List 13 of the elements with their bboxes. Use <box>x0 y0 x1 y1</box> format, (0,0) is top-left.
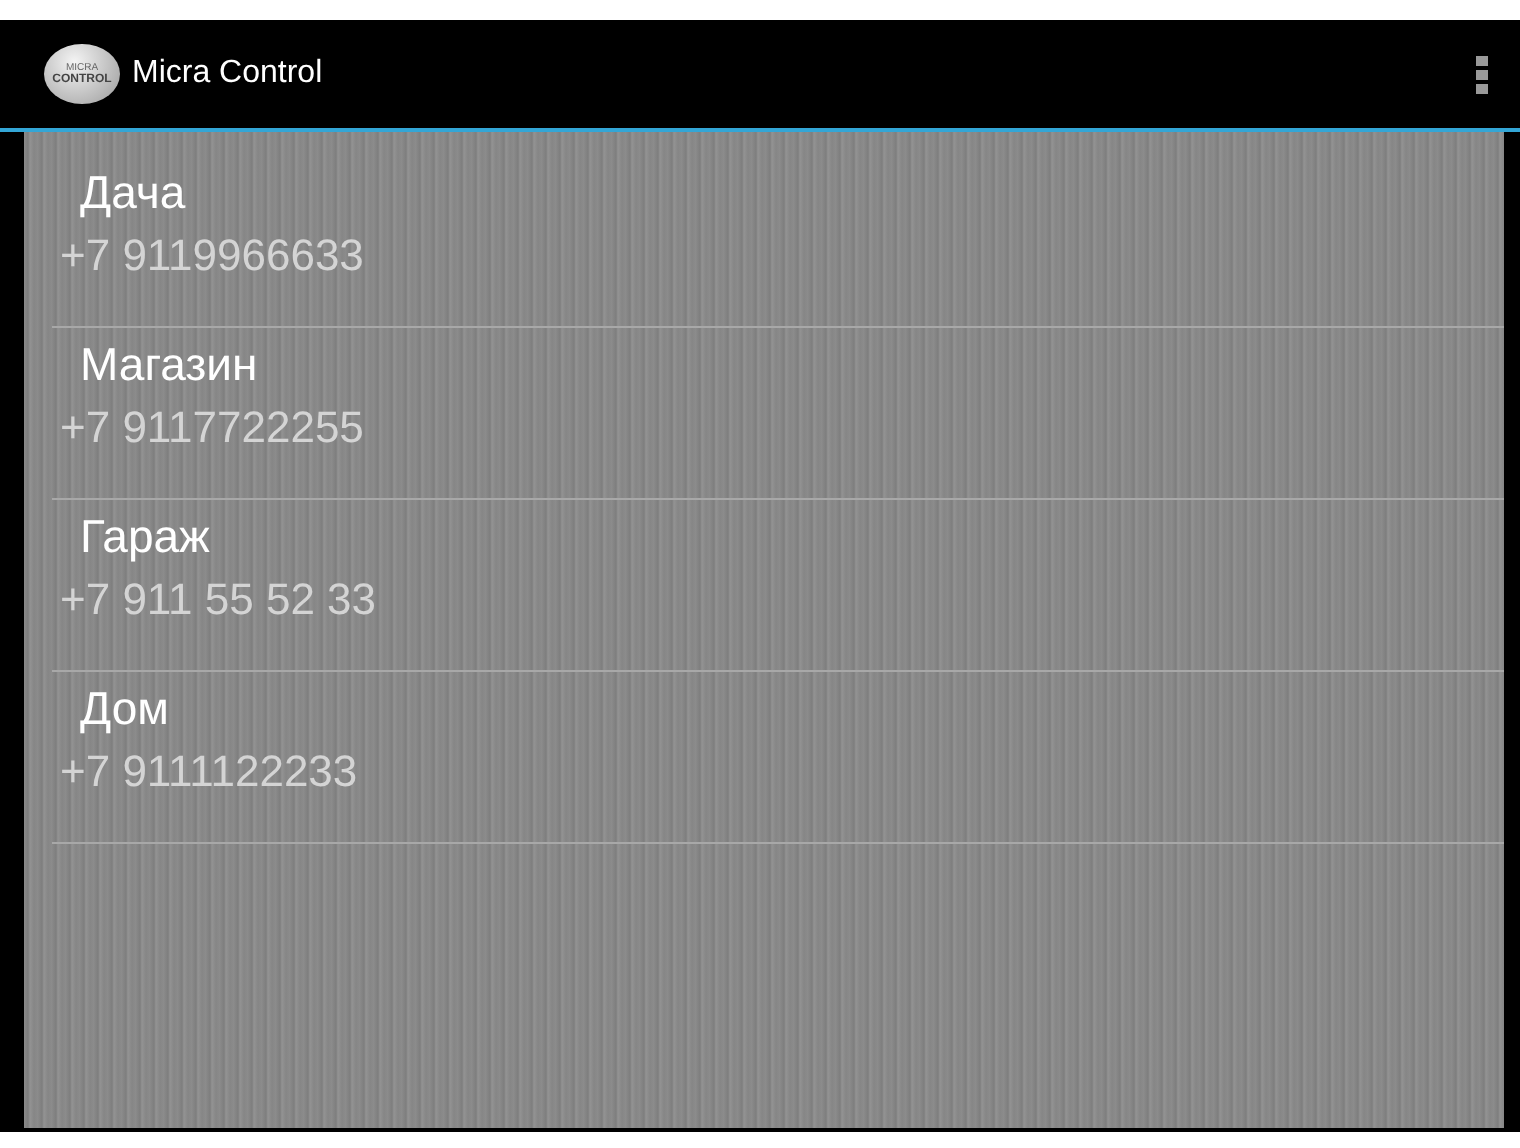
contact-item[interactable]: Гараж +7 911 55 52 33 <box>52 500 1504 632</box>
app-title: Micra Control <box>132 54 323 94</box>
phone-number: +7 9111122233 <box>60 744 360 800</box>
contact-item[interactable]: Дача +7 9119966633 <box>52 156 1504 288</box>
contact-name: Магазин <box>80 336 260 394</box>
contact-item[interactable]: Магазин +7 9117722255 <box>52 328 1504 460</box>
phone-number: +7 911 55 52 33 <box>60 572 379 628</box>
phone-number: +7 9119966633 <box>60 228 366 284</box>
contact-name: Гараж <box>80 508 212 566</box>
phone-number: +7 9117722255 <box>60 400 366 456</box>
contact-name: Дом <box>80 680 171 738</box>
contact-name: Дача <box>80 164 188 222</box>
contact-item[interactable]: Дом +7 9111122233 <box>52 672 1504 804</box>
